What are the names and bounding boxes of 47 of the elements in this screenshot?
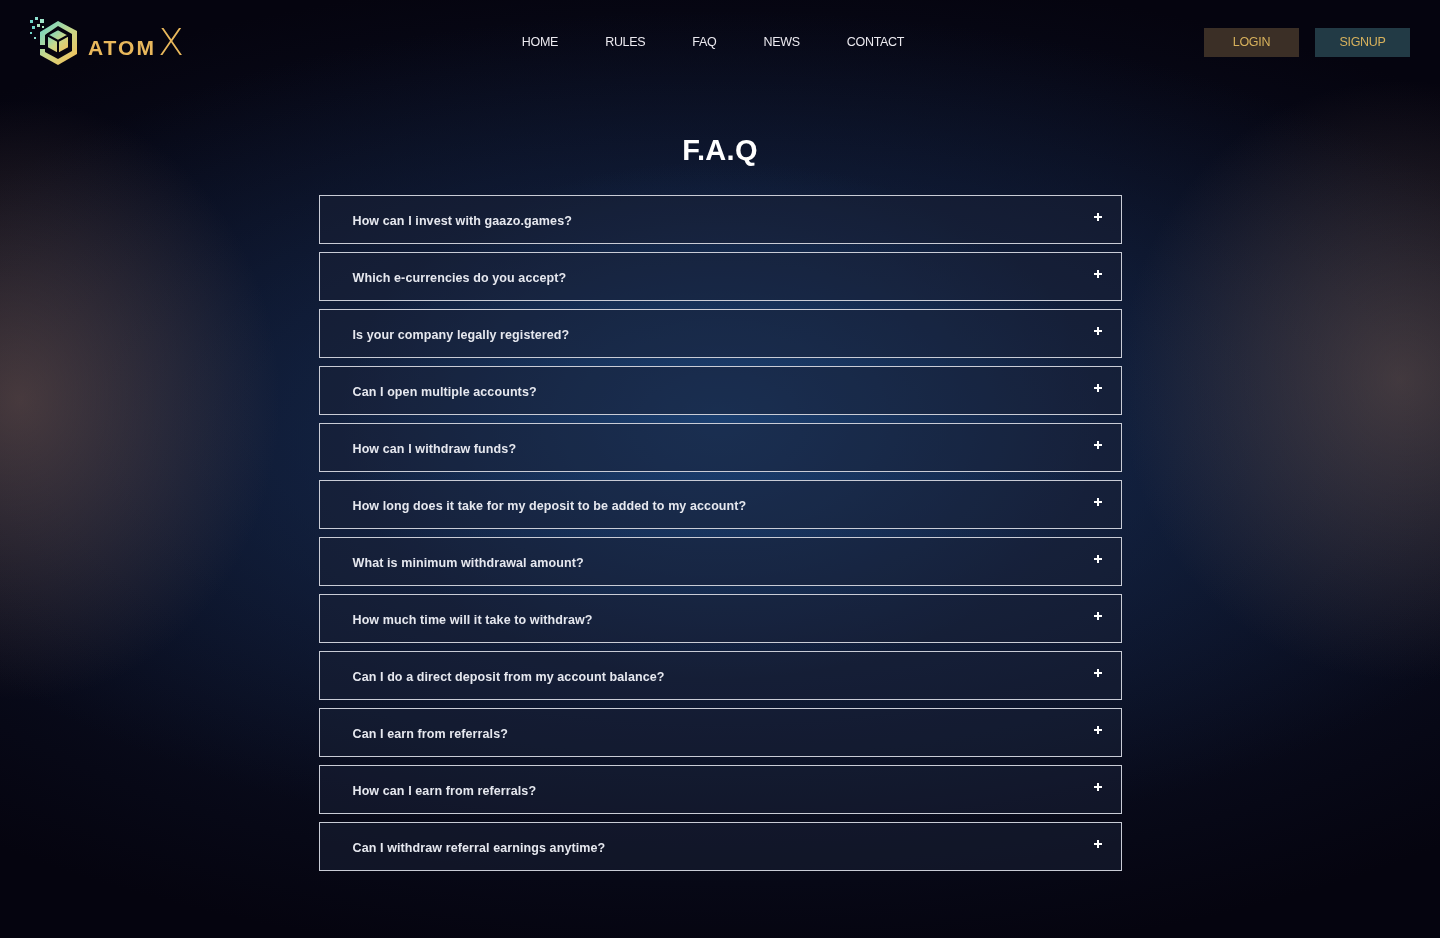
nav-link[interactable]: NEWS (763, 35, 800, 49)
faq-question-row[interactable]: Can I withdraw referral earnings anytime? (318, 822, 1122, 871)
plus-icon[interactable] (1093, 555, 1102, 563)
question-text: Can I earn from referrals? (352, 726, 508, 741)
plus-icon[interactable] (1093, 726, 1102, 734)
faq-question-row[interactable]: Can I earn from referrals? (318, 708, 1122, 757)
faq-question-row[interactable]: What is minimum withdrawal amount? (318, 537, 1122, 586)
question-text: How can I invest with gaazo.games? (352, 213, 572, 228)
plus-icon[interactable] (1093, 783, 1102, 791)
plus-icon[interactable] (1093, 213, 1102, 221)
plus-icon[interactable] (1093, 327, 1102, 335)
faq-question-row[interactable]: How much time will it take to withdraw? (318, 594, 1122, 643)
plus-icon[interactable] (1093, 498, 1102, 506)
nav-link[interactable]: RULES (605, 35, 646, 49)
faq-question-row[interactable]: Can I open multiple accounts? (318, 366, 1122, 415)
question-text: How can I withdraw funds? (352, 441, 517, 456)
faq-question-row[interactable]: Which e-currencies do you accept? (318, 252, 1122, 301)
page-title: F.A.Q (682, 133, 758, 168)
nav-link[interactable]: HOME (521, 35, 559, 49)
plus-icon[interactable] (1093, 441, 1102, 449)
faq-question-row[interactable]: How can I invest with gaazo.games? (318, 195, 1122, 244)
plus-icon[interactable] (1093, 612, 1102, 620)
signup-button[interactable]: SIGNUP (1315, 27, 1410, 57)
faq-question-row[interactable]: Can I do a direct deposit from my account balance? (318, 651, 1122, 700)
nav-link[interactable]: FAQ (692, 35, 717, 49)
plus-icon[interactable] (1093, 840, 1102, 848)
question-text: How can I earn from referrals? (352, 783, 537, 798)
plus-icon[interactable] (1093, 669, 1102, 677)
question-text: Which e-currencies do you accept? (352, 270, 567, 285)
faq-question-row[interactable]: Is your company legally registered? (318, 309, 1122, 358)
question-text: Can I open multiple accounts? (352, 384, 537, 399)
question-text: Can I do a direct deposit from my account balance? (352, 669, 665, 684)
question-text: Is your company legally registered? (352, 327, 570, 342)
question-text: How much time will it take to withdraw? (352, 612, 593, 627)
nav-link[interactable]: CONTACT (846, 35, 905, 49)
faq-question-row[interactable]: How can I earn from referrals? (318, 765, 1122, 814)
logo-wordmark: ATOM X (88, 23, 184, 61)
faq-question-row[interactable]: How long does it take for my deposit to be added to my account? (318, 480, 1122, 529)
question-text: Can I withdraw referral earnings anytime? (352, 840, 606, 855)
logo[interactable]: ATOM X (30, 17, 184, 67)
question-text: How long does it take for my deposit to be added to my account? (352, 498, 747, 513)
plus-icon[interactable] (1093, 270, 1102, 278)
login-button[interactable]: LOGIN (1204, 27, 1299, 57)
cube-logo-icon (30, 17, 80, 67)
plus-icon[interactable] (1093, 384, 1102, 392)
question-text: What is minimum withdrawal amount? (352, 555, 584, 570)
faq-question-row[interactable]: How can I withdraw funds? (318, 423, 1122, 472)
